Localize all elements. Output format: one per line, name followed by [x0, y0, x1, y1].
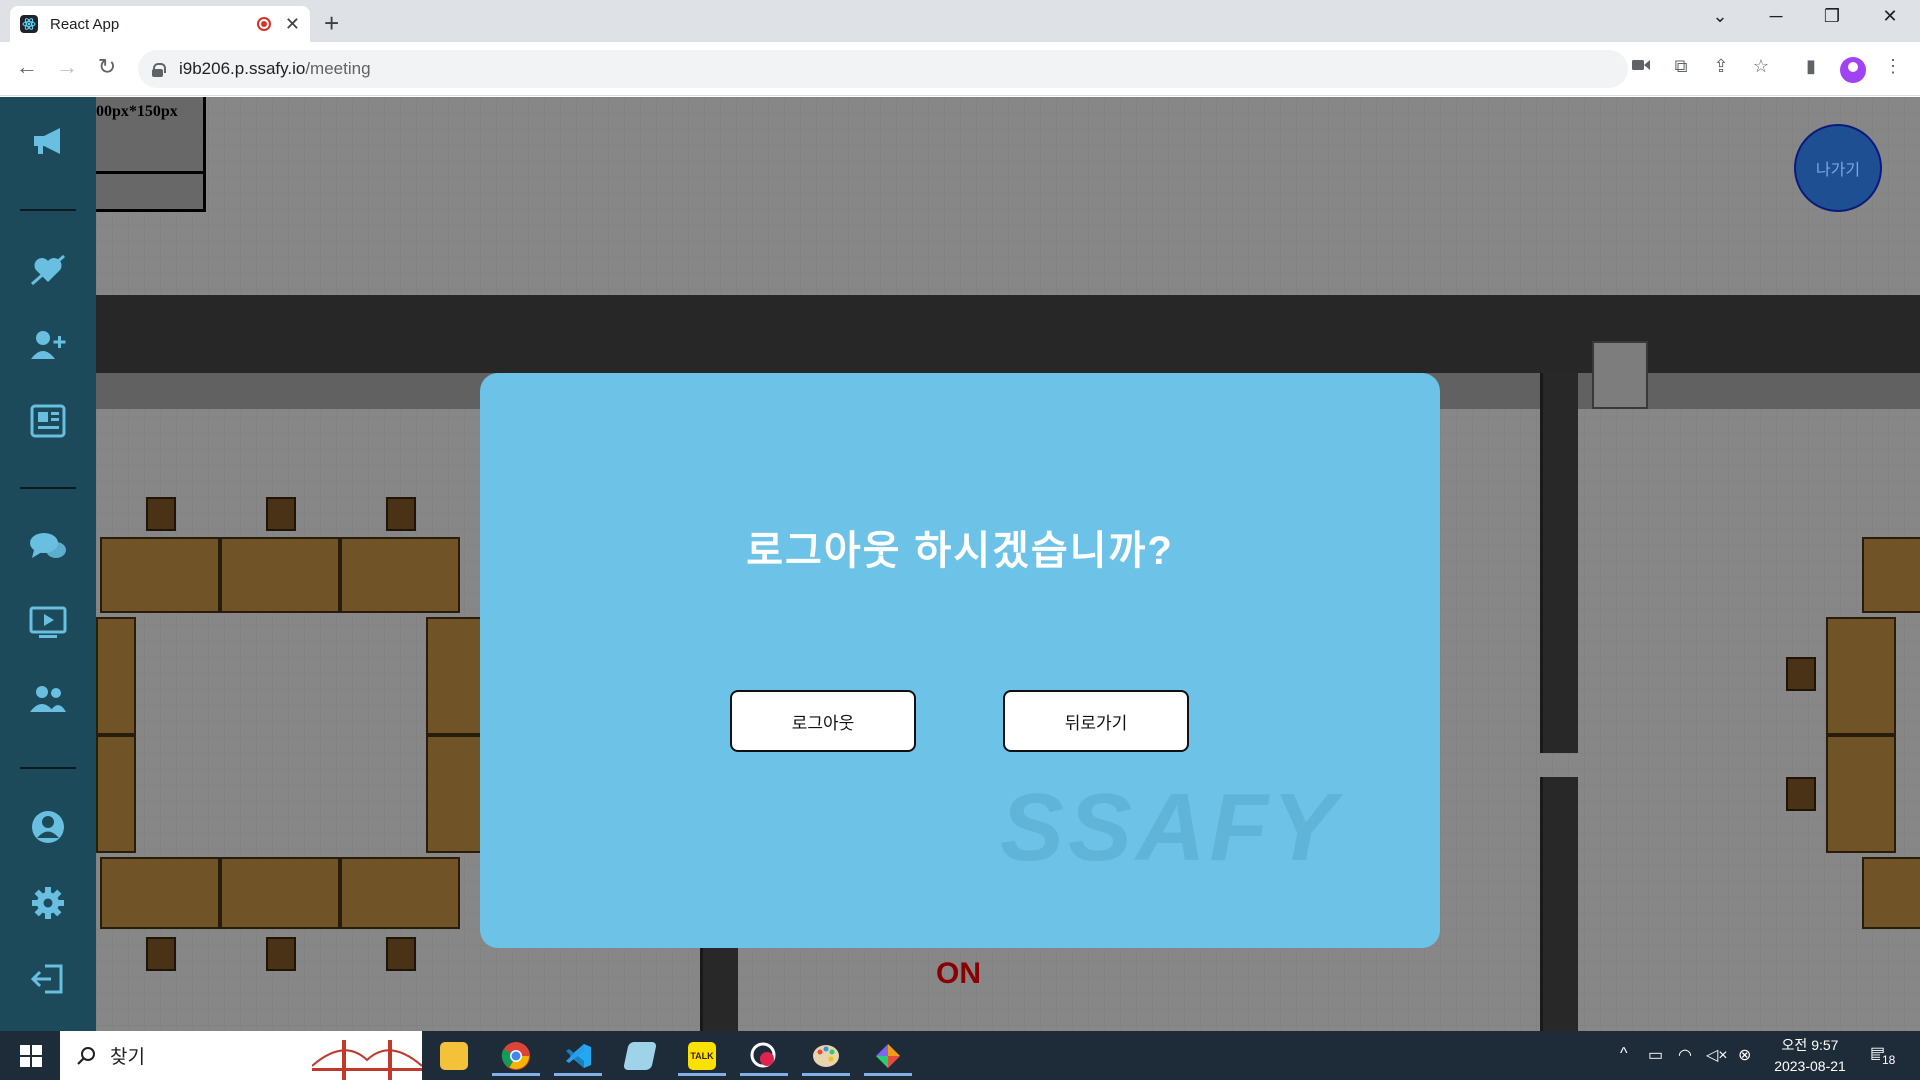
kakaotalk-icon: TALK [688, 1041, 716, 1070]
clock-date: 2023-08-21 [1774, 1058, 1846, 1074]
sidebar-divider [20, 209, 76, 211]
browser-tab[interactable]: React App ✕ [10, 6, 310, 42]
recording-icon [256, 17, 271, 31]
modal-title: 로그아웃 하시겠습니까? [746, 529, 1174, 573]
volume-muted-icon[interactable]: ◁× [1706, 1045, 1728, 1065]
taskbar-app[interactable] [736, 1035, 792, 1076]
palette-icon [813, 1044, 839, 1067]
taskbar-vscode[interactable] [550, 1035, 606, 1076]
exit-room-button[interactable]: 나가기 [1794, 124, 1882, 212]
sidebar-chat-icon[interactable] [22, 521, 74, 573]
sidebar-divider [20, 767, 76, 769]
ssafy-logo: SSAFY [1000, 774, 1341, 881]
side-panel-icon[interactable]: ▮ [1798, 56, 1824, 82]
windows-taskbar: 찾기 TALK ^ ▭ ◠ ◁× ⊗ 오전 9:57 2023-08-21 ▤ … [0, 1031, 1920, 1080]
sidebar [0, 97, 96, 1031]
close-window-button[interactable]: ✕ [1870, 6, 1910, 27]
tab-close-icon[interactable]: ✕ [285, 14, 300, 35]
lock-icon [152, 62, 166, 77]
tab-search-icon[interactable]: ⌄ [1700, 6, 1740, 27]
taskbar-paint[interactable] [798, 1035, 854, 1076]
sidebar-screen-share-icon[interactable] [22, 597, 74, 649]
taskbar-search-box[interactable]: 찾기 [60, 1031, 422, 1080]
camera-icon[interactable] [1628, 56, 1654, 82]
notification-count: 18 [1880, 1053, 1898, 1067]
meeting-page: 00px*150px 나가기 ON SSAFY 로그아웃 하시겠습니까? 로그아… [0, 97, 1920, 1031]
windows-start-icon[interactable] [20, 1045, 42, 1067]
sidebar-logout-icon[interactable] [22, 953, 74, 1005]
search-placeholder: 찾기 [110, 1047, 145, 1068]
sidebar-settings-gear-icon[interactable] [22, 877, 74, 929]
profile-avatar[interactable] [1840, 57, 1866, 83]
battery-icon[interactable]: ▭ [1648, 1045, 1663, 1065]
sidebar-group-icon[interactable] [22, 673, 74, 725]
taskbar-file-explorer[interactable] [426, 1035, 482, 1076]
taskbar-app[interactable] [612, 1035, 668, 1076]
address-bar[interactable]: i9b206.p.ssafy.io /meeting [138, 50, 1628, 88]
sidebar-profile-icon[interactable] [22, 801, 74, 853]
back-button[interactable]: 뒤로가기 [1003, 690, 1189, 752]
url-path: /meeting [305, 59, 371, 78]
bridge-illustration-icon [312, 1040, 422, 1080]
vscode-icon [566, 1043, 591, 1068]
open-external-icon[interactable]: ⧉ [1668, 56, 1694, 82]
recorder-icon [750, 1042, 776, 1067]
reload-button[interactable]: ↻ [92, 54, 122, 80]
browser-toolbar: ← → ↻ i9b206.p.ssafy.io /meeting ⧉ ⇪ ☆ ▮… [0, 42, 1920, 96]
clock-time: 오전 9:57 [1781, 1037, 1839, 1053]
taskbar-app[interactable] [860, 1035, 916, 1076]
logout-button[interactable]: 로그아웃 [730, 690, 916, 752]
tray-overflow-icon[interactable]: ^ [1620, 1045, 1628, 1063]
notification-center-button[interactable]: ▤ 18 [1868, 1041, 1898, 1069]
restore-button[interactable]: ❐ [1812, 6, 1852, 27]
share-icon[interactable]: ⇪ [1708, 56, 1734, 82]
new-tab-button[interactable]: + [324, 8, 339, 39]
sidebar-add-friend-icon[interactable] [22, 319, 74, 371]
status-icon[interactable]: ⊗ [1738, 1045, 1751, 1065]
minimize-button[interactable]: ─ [1756, 6, 1796, 27]
browser-tab-bar: React App ✕ + ⌄ ─ ❐ ✕ [0, 0, 1920, 42]
back-button[interactable]: ← [12, 54, 42, 80]
chrome-icon [501, 1041, 530, 1070]
sidebar-divider [20, 487, 76, 489]
taskbar-chrome[interactable] [488, 1035, 544, 1076]
sidebar-announcement-icon[interactable] [22, 115, 74, 167]
forward-button[interactable]: → [52, 54, 82, 80]
tab-title: React App [50, 15, 120, 33]
notes-icon [623, 1041, 657, 1070]
on-status-label: ON [936, 957, 981, 990]
taskbar-clock[interactable]: 오전 9:57 2023-08-21 [1760, 1035, 1860, 1077]
url-host: i9b206.p.ssafy.io [179, 59, 306, 78]
search-icon [77, 1046, 95, 1065]
sidebar-board-icon[interactable] [22, 395, 74, 447]
bookmark-star-icon[interactable]: ☆ [1748, 56, 1774, 82]
diamond-app-icon [876, 1043, 900, 1068]
logout-confirm-modal: SSAFY 로그아웃 하시겠습니까? 로그아웃 뒤로가기 [480, 373, 1440, 948]
menu-icon[interactable]: ⋮ [1880, 56, 1906, 82]
taskbar-kakaotalk[interactable]: TALK [674, 1035, 730, 1076]
react-favicon-icon [20, 15, 38, 33]
sidebar-heart-arrow-icon[interactable] [22, 243, 74, 295]
folder-icon [440, 1041, 468, 1070]
wifi-icon[interactable]: ◠ [1678, 1045, 1692, 1065]
